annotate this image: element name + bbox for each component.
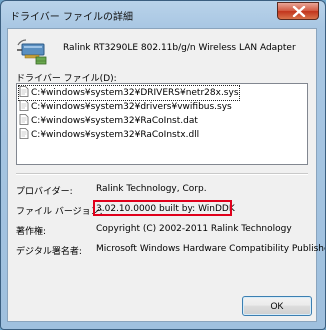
dialog-body: Ralink RT3290LE 802.11b/g/n Wireless LAN… <box>7 28 325 322</box>
title-bar[interactable]: ドライバー ファイルの詳細 <box>1 1 325 27</box>
file-icon <box>19 100 29 111</box>
digital-signer-label: デジタル署名者: <box>16 247 82 257</box>
copyright-label: 著作権: <box>16 227 47 237</box>
window-title: ドライバー ファイルの詳細 <box>10 12 133 23</box>
close-button[interactable] <box>277 2 319 20</box>
version-highlight-box <box>93 200 232 216</box>
file-icon <box>19 86 29 97</box>
list-item[interactable]: C:¥windows¥system32¥RaCoInstx.dll <box>19 128 199 142</box>
file-path: C:¥windows¥system32¥drivers¥vwifibus.sys <box>31 102 232 112</box>
list-item[interactable]: C:¥windows¥system32¥drivers¥vwifibus.sys <box>19 100 232 114</box>
provider-label: プロバイダー: <box>16 187 73 197</box>
provider-value: Ralink Technology, Corp. <box>96 184 207 194</box>
adapter-name: Ralink RT3290LE 802.11b/g/n Wireless LAN… <box>63 43 296 53</box>
file-path: C:¥windows¥system32¥DRIVERS¥netr28x.sys <box>31 88 239 98</box>
dialog-window: ドライバー ファイルの詳細 Ralink RT3290LE 802.11b/g/… <box>0 0 326 330</box>
separator <box>16 173 308 175</box>
file-path: C:¥windows¥system32¥RaCoInstx.dll <box>31 130 200 140</box>
file-icon <box>19 114 29 125</box>
digital-signer-value: Microsoft Windows Hardware Compatibility… <box>96 244 326 254</box>
close-icon <box>292 6 306 17</box>
driver-file-list[interactable]: C:¥windows¥system32¥DRIVERS¥netr28x.sys … <box>16 83 308 165</box>
copyright-value: Copyright (C) 2002-2011 Ralink Technolog… <box>96 224 292 234</box>
file-path: C:¥windows¥system32¥RaCoInst.dat <box>31 116 198 126</box>
ok-button[interactable]: OK <box>242 296 312 316</box>
file-version-label: ファイル バージョン: <box>16 207 103 217</box>
list-item[interactable]: C:¥windows¥system32¥RaCoInst.dat <box>19 114 198 128</box>
list-item[interactable]: C:¥windows¥system32¥DRIVERS¥netr28x.sys <box>18 85 240 101</box>
file-icon <box>19 128 29 139</box>
network-adapter-icon <box>17 39 47 65</box>
